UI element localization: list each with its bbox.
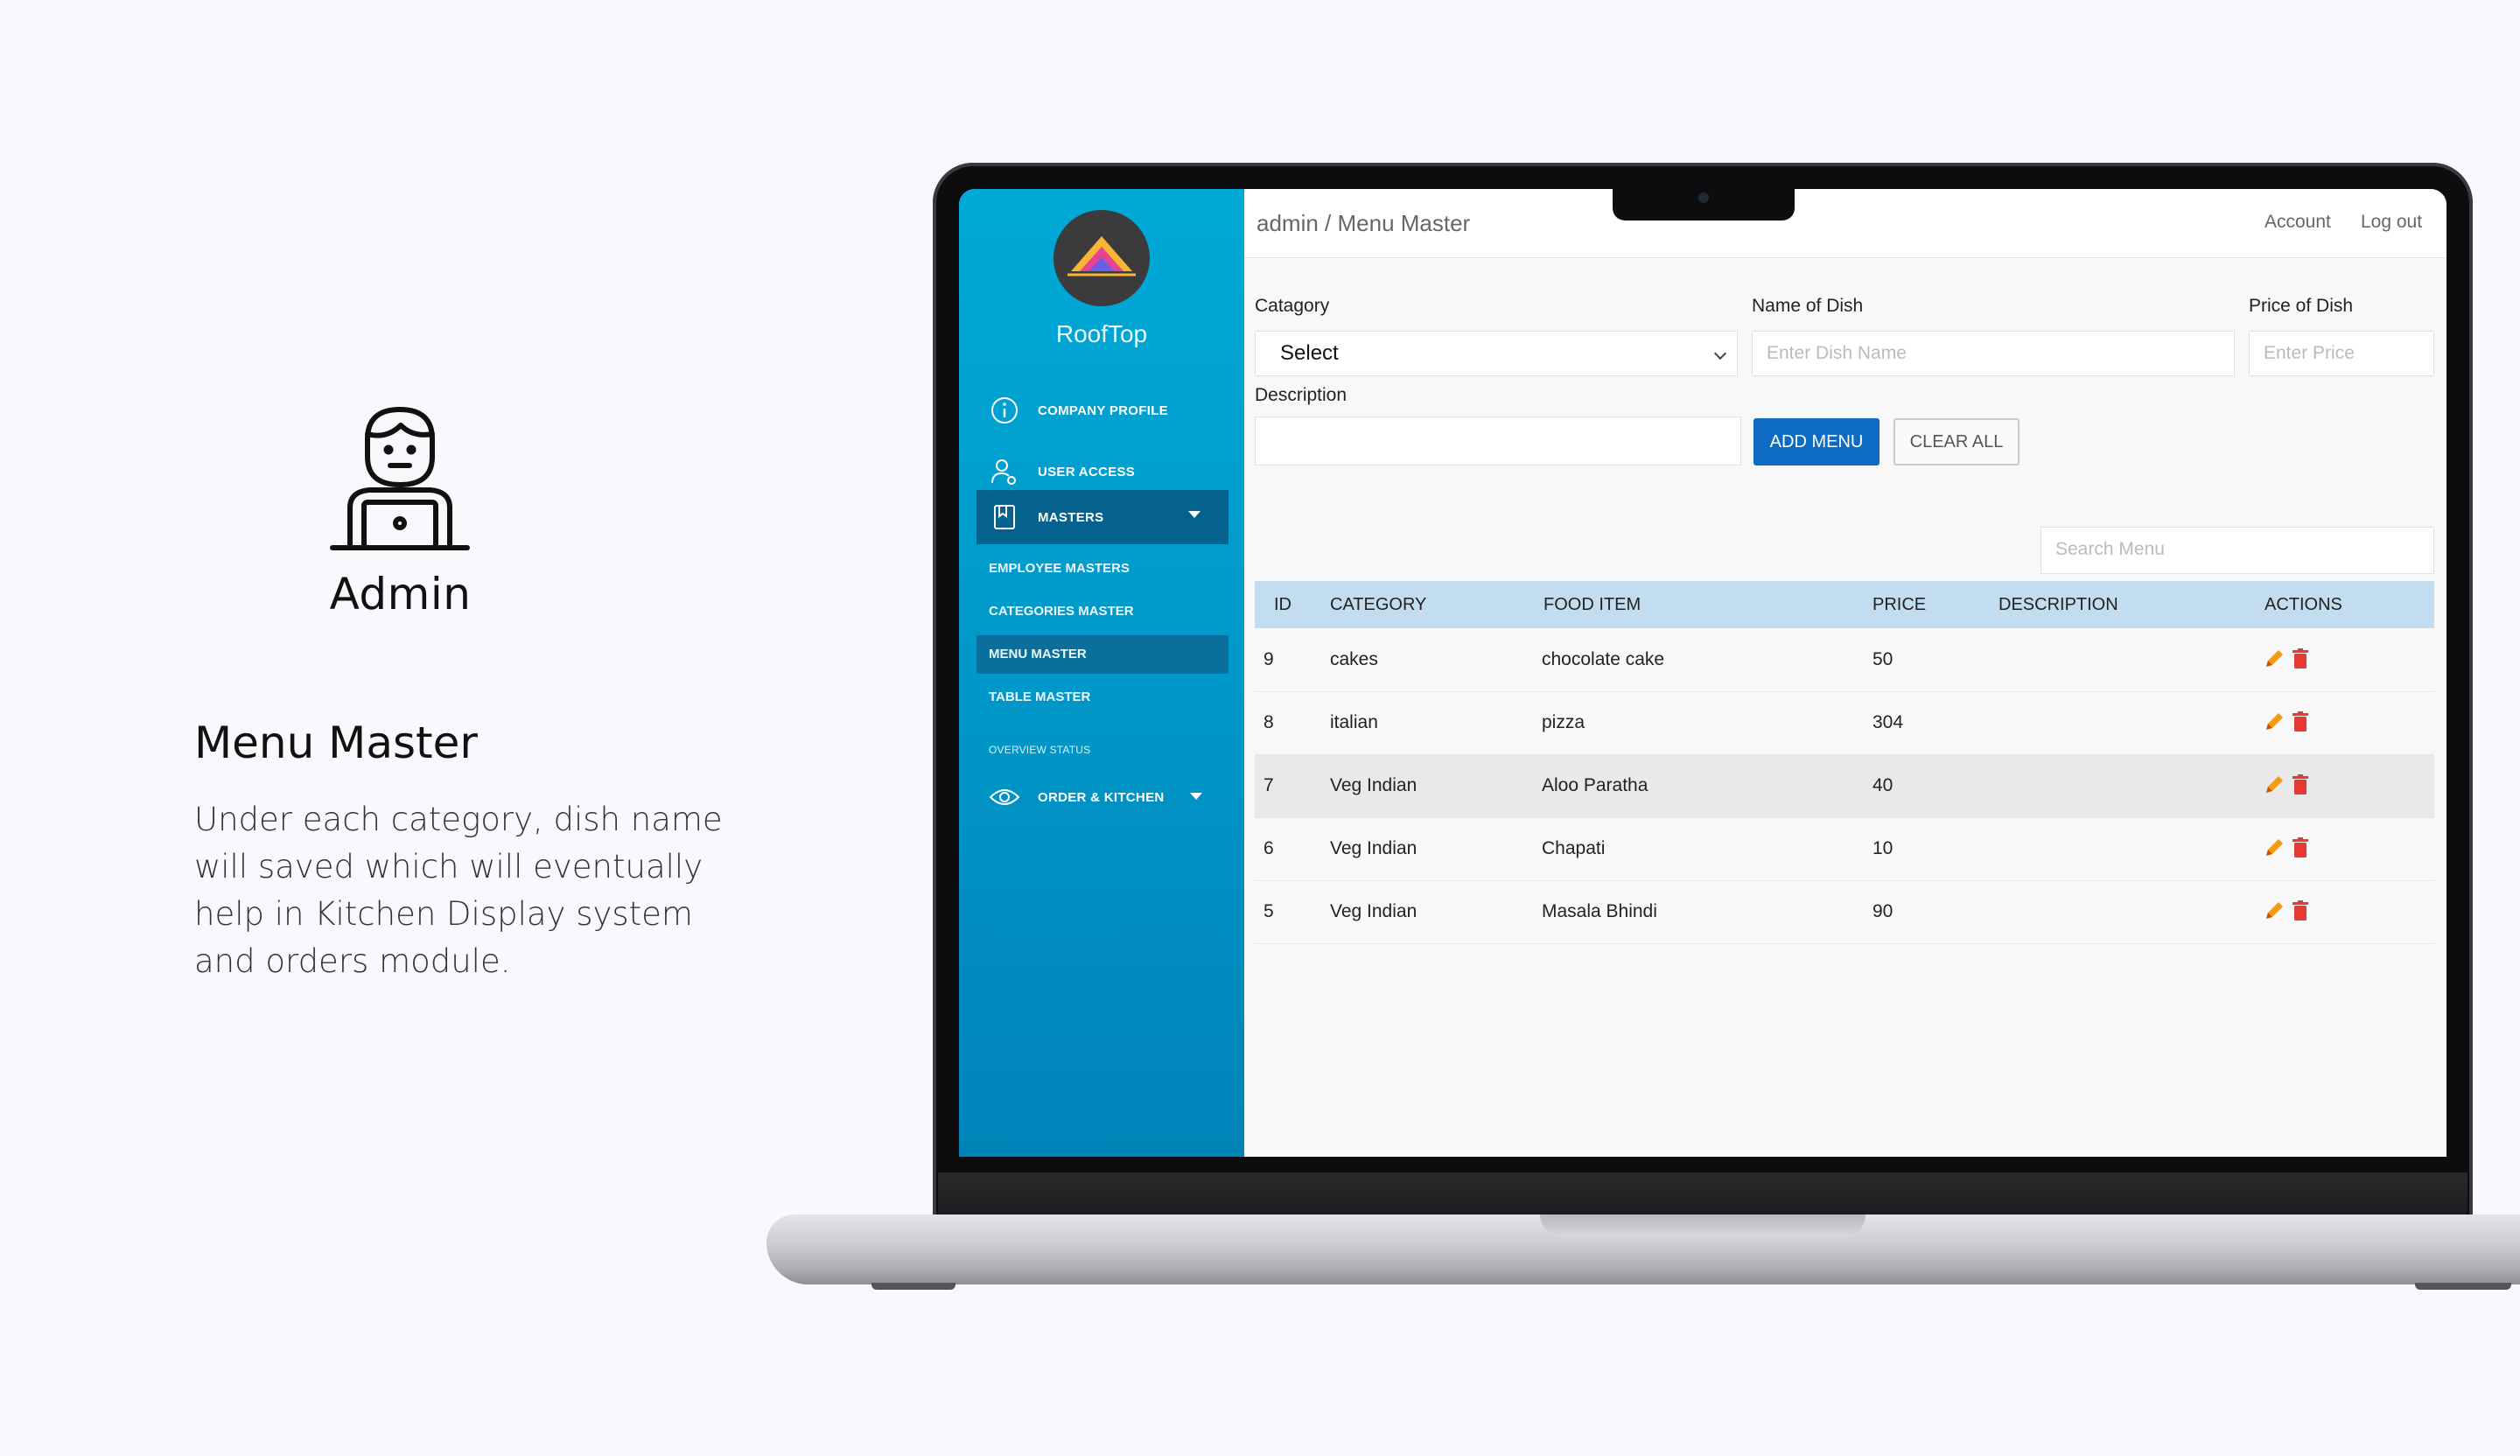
nav-company-profile[interactable]: COMPANY PROFILE (976, 385, 1228, 436)
edit-pencil-icon[interactable] (2263, 900, 2286, 922)
description-label: Description (1255, 385, 1348, 405)
cell-category: Veg Indian (1330, 901, 1418, 921)
laptop-trackpad-notch (1540, 1214, 1866, 1237)
sidebar: RoofTop COMPANY PROFILE USER ACCESS MAST… (959, 189, 1244, 1157)
chevron-down-icon (1713, 346, 1727, 360)
eye-icon (987, 780, 1022, 815)
edit-pencil-icon[interactable] (2263, 648, 2286, 670)
cell-price: 10 (1872, 838, 1894, 858)
topbar: admin / Menu Master Account Log out (1244, 189, 2446, 258)
price-input[interactable]: Enter Price (2249, 331, 2434, 376)
nav-label: MASTERS (1038, 509, 1104, 525)
section-description: Under each category, dish name will save… (194, 801, 723, 980)
header-food-item: FOOD ITEM (1544, 595, 1642, 614)
cell-food-item: chocolate cake (1542, 649, 1665, 669)
table-row: 5 Veg Indian Masala Bhindi 90 (1255, 880, 2434, 944)
clear-all-button[interactable]: CLEAR ALL (1894, 418, 2020, 466)
cell-price: 50 (1872, 649, 1894, 669)
rooftop-logo-icon (1054, 210, 1150, 306)
table-row: 8 italian pizza 304 (1255, 691, 2434, 755)
cell-category: italian (1330, 712, 1378, 732)
cell-id: 5 (1264, 901, 1274, 921)
laptop-screen: RoofTop COMPANY PROFILE USER ACCESS MAST… (959, 189, 2446, 1157)
camera-icon (1698, 192, 1709, 203)
add-menu-button[interactable]: ADD MENU (1754, 418, 1880, 466)
breadcrumb: admin / Menu Master (1256, 210, 1471, 236)
cell-category: Veg Indian (1330, 838, 1418, 858)
section-title: Menu Master (194, 718, 478, 768)
laptop-chin (938, 1172, 2468, 1216)
cell-price: 90 (1872, 901, 1894, 921)
delete-trash-icon[interactable] (2289, 836, 2312, 859)
search-menu-input[interactable]: Search Menu (2040, 527, 2434, 574)
table-header: ID CATEGORY FOOD ITEM PRICE DESCRIPTION … (1255, 581, 2434, 628)
table-row: 7 Veg Indian Aloo Paratha 40 (1255, 754, 2434, 818)
logout-link[interactable]: Log out (2361, 212, 2422, 233)
category-select-value: Select (1280, 341, 1339, 365)
delete-trash-icon[interactable] (2289, 774, 2312, 796)
cell-food-item: Masala Bhindi (1542, 901, 1657, 921)
nav-label: USER ACCESS (1038, 464, 1136, 480)
info-icon (987, 393, 1022, 428)
header-actions: ACTIONS (2264, 595, 2342, 614)
dish-name-label: Name of Dish (1752, 296, 1864, 316)
laptop-foot-left (872, 1283, 956, 1290)
role-title: Admin (329, 569, 472, 620)
delete-trash-icon[interactable] (2289, 710, 2312, 733)
cell-price: 40 (1872, 775, 1894, 795)
admin-person-laptop-icon (330, 407, 470, 550)
dish-name-input[interactable]: Enter Dish Name (1752, 331, 2235, 376)
cell-food-item: Aloo Paratha (1542, 775, 1648, 795)
cell-price: 304 (1872, 712, 1904, 732)
cell-category: Veg Indian (1330, 775, 1418, 795)
edit-pencil-icon[interactable] (2263, 774, 2286, 796)
nav-label: COMPANY PROFILE (1038, 402, 1168, 418)
edit-pencil-icon[interactable] (2263, 710, 2286, 733)
cell-food-item: pizza (1542, 712, 1586, 732)
cell-id: 9 (1264, 649, 1274, 669)
laptop-foot-right (2415, 1283, 2511, 1290)
sub-item-menu-master[interactable]: MENU MASTER (976, 635, 1228, 674)
nav-order-kitchen[interactable]: ORDER & KITCHEN (976, 772, 1228, 822)
nav-label: ORDER & KITCHEN (1038, 789, 1165, 805)
cell-food-item: Chapati (1542, 838, 1606, 858)
chevron-down-icon (1190, 793, 1202, 800)
user-settings-icon (987, 454, 1022, 489)
header-description: DESCRIPTION (1998, 595, 2118, 614)
sub-item-table-master[interactable]: TABLE MASTER (976, 678, 1228, 717)
sub-item-employee-masters[interactable]: EMPLOYEE MASTERS (976, 550, 1228, 588)
sub-item-categories-master[interactable]: CATEGORIES MASTER (976, 592, 1228, 631)
category-label: Catagory (1255, 296, 1330, 316)
table-row: 9 cakes chocolate cake 50 (1255, 628, 2434, 692)
cell-id: 6 (1264, 838, 1274, 858)
cell-id: 8 (1264, 712, 1274, 732)
cell-id: 7 (1264, 775, 1274, 795)
camera-notch (1613, 186, 1795, 220)
cell-category: cakes (1330, 649, 1378, 669)
price-label: Price of Dish (2249, 296, 2354, 316)
header-price: PRICE (1872, 595, 1927, 614)
brand-name: RoofTop (1055, 320, 1148, 347)
book-icon (987, 500, 1022, 535)
account-link[interactable]: Account (2264, 212, 2331, 233)
header-id: ID (1274, 595, 1292, 614)
overview-status-label: OVERVIEW STATUS (989, 744, 1091, 756)
description-input[interactable] (1255, 416, 1741, 466)
chevron-down-icon (1188, 511, 1200, 518)
category-select[interactable]: Select (1255, 331, 1738, 376)
header-category: CATEGORY (1330, 595, 1427, 614)
delete-trash-icon[interactable] (2289, 648, 2312, 670)
table-row: 6 Veg Indian Chapati 10 (1255, 817, 2434, 881)
nav-masters[interactable]: MASTERS (976, 490, 1228, 544)
delete-trash-icon[interactable] (2289, 900, 2312, 922)
edit-pencil-icon[interactable] (2263, 836, 2286, 859)
